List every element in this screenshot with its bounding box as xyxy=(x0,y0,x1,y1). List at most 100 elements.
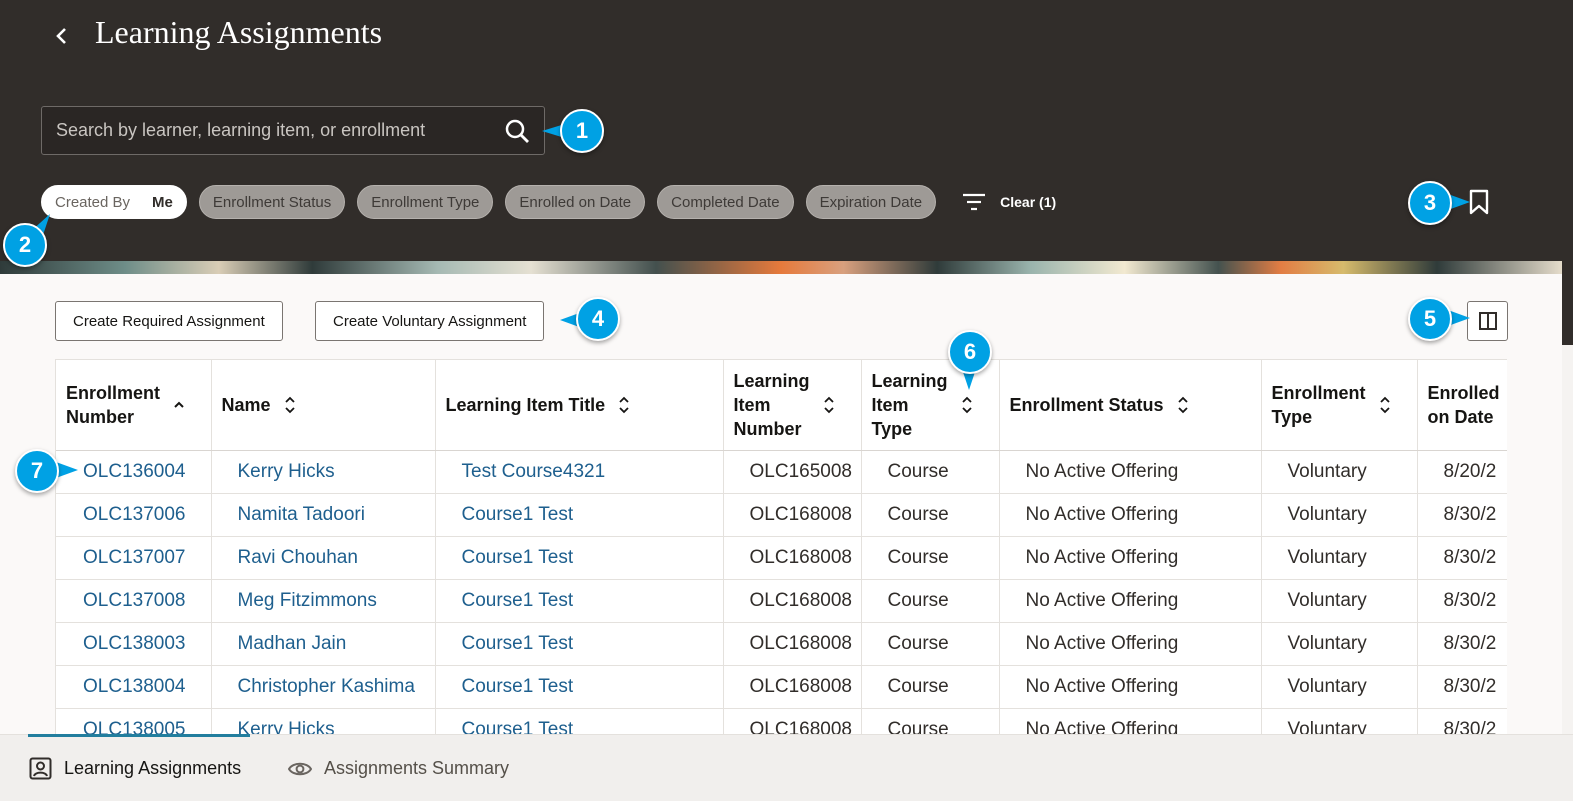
active-tab-indicator xyxy=(28,734,250,737)
header-enrollment-number[interactable]: Enrollment Number xyxy=(56,360,212,451)
callout-2: 2 xyxy=(3,223,47,267)
cell-enrolled-on-date: 8/30/2 xyxy=(1417,622,1507,666)
cell-enrollment-type: Voluntary xyxy=(1261,536,1418,580)
cell-enrollment-status: No Active Offering xyxy=(999,536,1262,580)
cell-enrollment-status: No Active Offering xyxy=(999,493,1262,537)
chip-expiration-date[interactable]: Expiration Date xyxy=(805,185,937,219)
chip-enrollment-status[interactable]: Enrollment Status xyxy=(198,185,346,219)
table-row[interactable]: OLC138003 Madhan Jain Course1 Test OLC16800… xyxy=(56,622,1507,666)
filter-icon xyxy=(963,193,986,211)
cell-learner-name-link[interactable]: Kerry Hicks xyxy=(211,708,436,734)
filter-chips: Created By Me Enrollment Status Enrollme… xyxy=(41,185,1056,219)
cell-learning-item-type: Course xyxy=(861,493,1000,537)
search-icon xyxy=(505,119,529,143)
search-input[interactable] xyxy=(42,107,492,154)
cell-learner-name-link[interactable]: Namita Tadoori xyxy=(211,493,436,537)
header-label: Learning Item Number xyxy=(733,370,810,439)
person-card-icon xyxy=(29,757,52,780)
cell-learning-item-title-link[interactable]: Course1 Test xyxy=(435,493,724,537)
column-manager-button[interactable] xyxy=(1467,301,1508,341)
callout-3: 3 xyxy=(1408,181,1452,225)
table-header-row: Enrollment Number Name Learning Item Tit… xyxy=(56,360,1507,451)
sort-icon xyxy=(284,396,295,414)
cell-enrollment-status: No Active Offering xyxy=(999,708,1262,734)
sort-icon xyxy=(1177,396,1188,414)
cell-learning-item-title-link[interactable]: Course1 Test xyxy=(435,579,724,623)
cell-enrolled-on-date: 8/30/2 xyxy=(1417,579,1507,623)
callout-7: 7 xyxy=(15,449,59,493)
callout-4: 4 xyxy=(576,297,620,341)
chip-created-by[interactable]: Created By Me xyxy=(41,185,187,219)
search-button[interactable] xyxy=(504,118,530,144)
table-row[interactable]: OLC137007 Ravi Chouhan Course1 Test OLC1680… xyxy=(56,536,1507,580)
callout-5: 5 xyxy=(1408,297,1452,341)
cell-learner-name-link[interactable]: Meg Fitzimmons xyxy=(211,579,436,623)
cell-learning-item-title-link[interactable]: Course1 Test xyxy=(435,665,724,709)
cell-learning-item-title-link[interactable]: Course1 Test xyxy=(435,536,724,580)
cell-learner-name-link[interactable]: Kerry Hicks xyxy=(211,450,436,494)
cell-enrolled-on-date: 8/30/2 xyxy=(1417,536,1507,580)
table-body: OLC136004 Kerry Hicks Test Course4321 OLC16… xyxy=(56,450,1507,734)
create-voluntary-assignment-button[interactable]: Create Voluntary Assignment xyxy=(315,301,545,341)
sort-icon xyxy=(619,396,629,414)
columns-icon xyxy=(1478,312,1497,330)
table-row[interactable]: OLC136004 Kerry Hicks Test Course4321 OLC16… xyxy=(56,450,1507,494)
cell-enrollment-number-link[interactable]: OLC138004 xyxy=(56,665,212,709)
header-learning-item-type[interactable]: Learning Item Type xyxy=(861,360,1000,451)
header-learning-item-number[interactable]: Learning Item Number xyxy=(723,360,862,451)
clear-label: Clear (1) xyxy=(1000,194,1057,210)
header-enrollment-status[interactable]: Enrollment Status xyxy=(999,360,1262,451)
cell-enrolled-on-date: 8/30/2 xyxy=(1417,708,1507,734)
table-row[interactable]: OLC138005 Kerry Hicks Course1 Test OLC16800… xyxy=(56,708,1507,734)
create-required-assignment-button[interactable]: Create Required Assignment xyxy=(55,301,283,341)
cell-enrollment-number-link[interactable]: OLC137008 xyxy=(56,579,212,623)
cell-learning-item-number: OLC168008 xyxy=(723,665,862,709)
cell-learning-item-number: OLC168008 xyxy=(723,579,862,623)
header-label: Enrollment Type xyxy=(1271,382,1366,427)
sort-icon xyxy=(961,396,972,414)
cell-enrolled-on-date: 8/30/2 xyxy=(1417,493,1507,537)
cell-enrolled-on-date: 8/30/2 xyxy=(1417,665,1507,709)
decorative-banner xyxy=(0,261,1562,275)
tab-assignments-summary[interactable]: Assignments Summary xyxy=(288,735,509,801)
clear-filters-button[interactable]: Clear (1) xyxy=(962,192,1056,212)
header-label: Enrollment Status xyxy=(1009,394,1164,415)
table-row[interactable]: OLC137008 Meg Fitzimmons Course1 Test OLC16… xyxy=(56,579,1507,623)
cell-learning-item-type: Course xyxy=(861,622,1000,666)
cell-learning-item-number: OLC165008 xyxy=(723,450,862,494)
chip-enrolled-on-date[interactable]: Enrolled on Date xyxy=(505,185,646,219)
chip-enrollment-type[interactable]: Enrollment Type xyxy=(357,185,494,219)
cell-learner-name-link[interactable]: Madhan Jain xyxy=(211,622,436,666)
table-row[interactable]: OLC137006 Namita Tadoori Course1 Test OLC16… xyxy=(56,493,1507,537)
header-enrolled-on-date[interactable]: Enrolled on Date xyxy=(1417,360,1507,451)
sort-ascending-icon xyxy=(174,401,184,408)
cell-enrollment-status: No Active Offering xyxy=(999,622,1262,666)
cell-learner-name-link[interactable]: Christopher Kashima xyxy=(211,665,436,709)
cell-enrollment-type: Voluntary xyxy=(1261,493,1418,537)
page-title: Learning Assignments xyxy=(95,14,383,50)
cell-enrollment-status: No Active Offering xyxy=(999,579,1262,623)
header-enrollment-type[interactable]: Enrollment Type xyxy=(1261,360,1418,451)
header-learning-item-title[interactable]: Learning Item Title xyxy=(435,360,724,451)
cell-learning-item-number: OLC168008 xyxy=(723,493,862,537)
tab-learning-assignments[interactable]: Learning Assignments xyxy=(29,735,241,801)
header-label: Enrollment Number xyxy=(66,382,161,427)
cell-enrollment-number-link[interactable]: OLC138005 xyxy=(56,708,212,734)
chip-label: Created By xyxy=(55,193,131,211)
sort-icon xyxy=(823,396,834,414)
cell-enrollment-number-link[interactable]: OLC137006 xyxy=(56,493,212,537)
cell-learning-item-title-link[interactable]: Course1 Test xyxy=(435,622,724,666)
cell-learning-item-title-link[interactable]: Course1 Test xyxy=(435,708,724,734)
cell-enrollment-type: Voluntary xyxy=(1261,450,1418,494)
cell-learning-item-type: Course xyxy=(861,450,1000,494)
cell-learning-item-title-link[interactable]: Test Course4321 xyxy=(435,450,724,494)
table-row[interactable]: OLC138004 Christopher Kashima Course1 Test… xyxy=(56,665,1507,709)
cell-enrollment-number-link[interactable]: OLC138003 xyxy=(56,622,212,666)
header-label: Learning Item Type xyxy=(871,370,948,439)
cell-enrollment-number-link[interactable]: OLC137007 xyxy=(56,536,212,580)
chip-completed-date[interactable]: Completed Date xyxy=(657,185,794,219)
back-button[interactable] xyxy=(46,20,78,52)
header-name[interactable]: Name xyxy=(211,360,436,451)
cell-learning-item-number: OLC168008 xyxy=(723,708,862,734)
cell-learner-name-link[interactable]: Ravi Chouhan xyxy=(211,536,436,580)
